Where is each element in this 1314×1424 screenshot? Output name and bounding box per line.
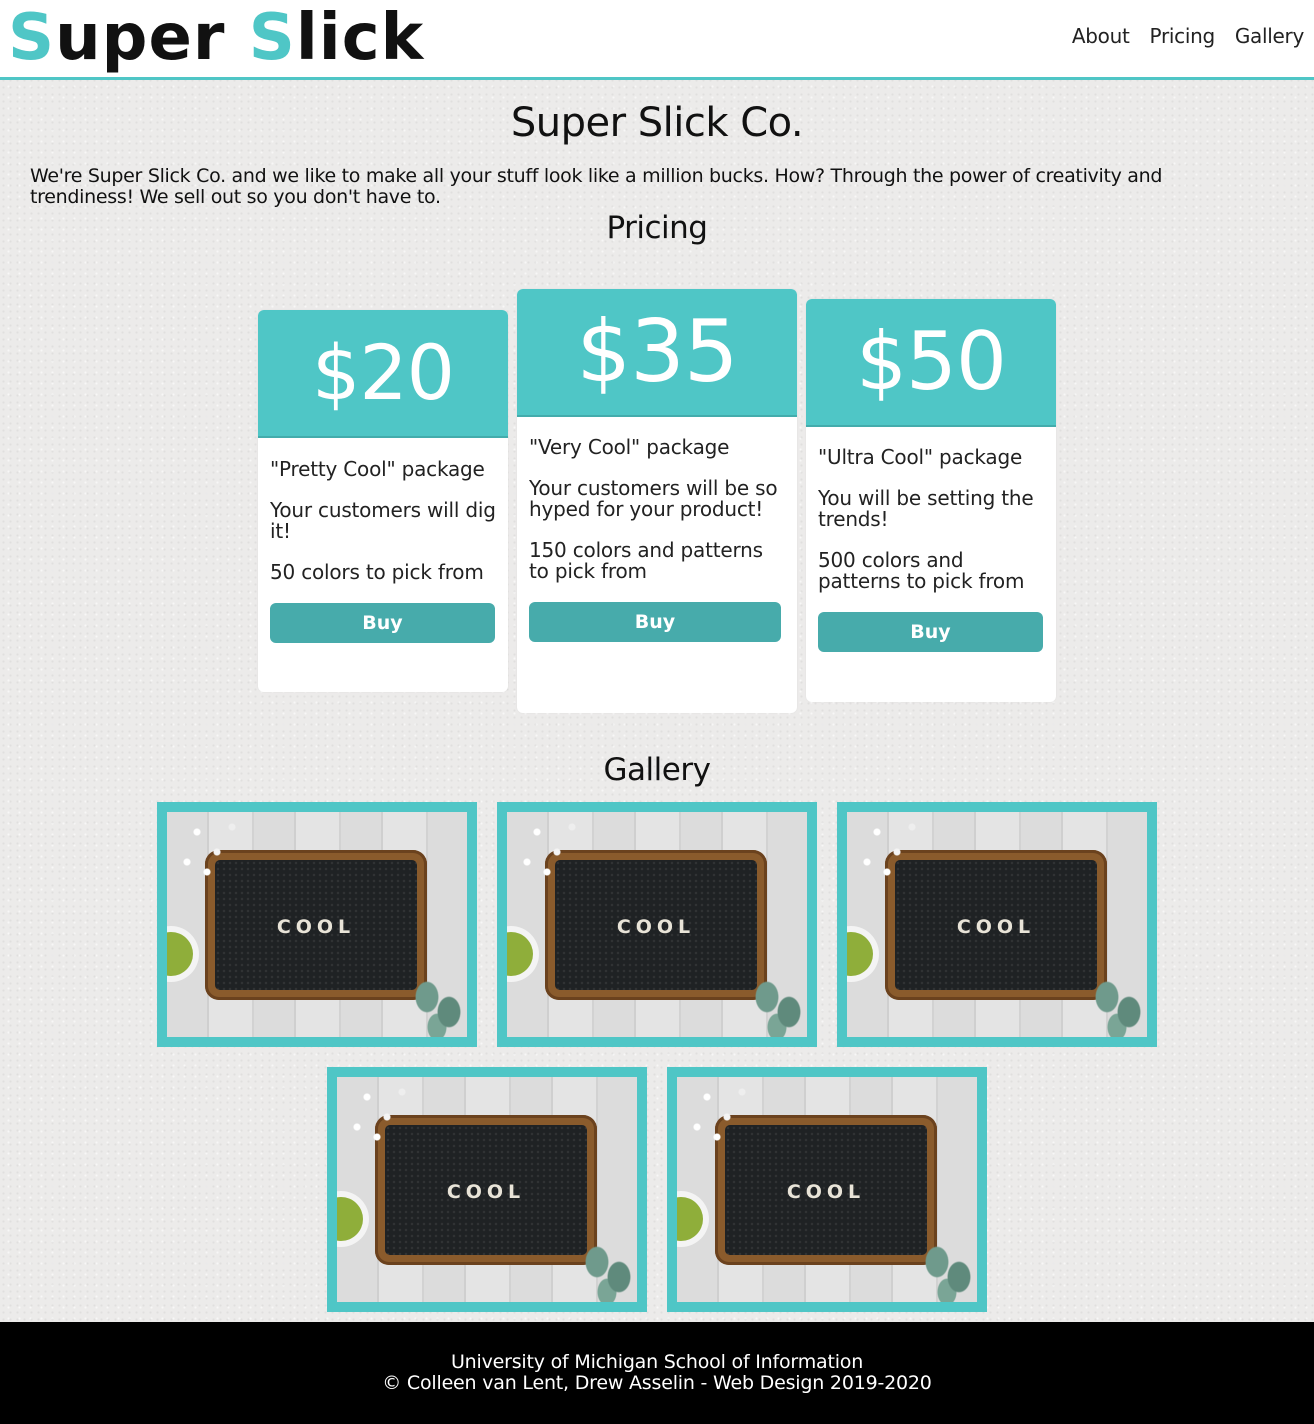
gallery-image-3[interactable]: COOL xyxy=(837,802,1157,1047)
gallery-image-2[interactable]: COOL xyxy=(497,802,817,1047)
package-description: Your customers will dig it! xyxy=(270,498,496,543)
photo-flowers xyxy=(507,812,597,882)
footer-institution: University of Michigan School of Informa… xyxy=(450,1351,864,1373)
pricing-card-basic: $20 "Pretty Cool" package Your customers… xyxy=(258,310,508,692)
footer-copyright: © Colleen van Lent, Drew Asselin - Web D… xyxy=(382,1372,932,1394)
gallery-image-4[interactable]: COOL xyxy=(327,1067,647,1312)
page-title: Super Slick Co. xyxy=(510,100,804,146)
price-label: $35 xyxy=(517,289,797,417)
photo-leaves xyxy=(917,1232,977,1302)
pricing-card-premium: $50 "Ultra Cool" package You will be set… xyxy=(806,299,1056,702)
photo-text: COOL xyxy=(276,916,356,938)
photo-text: COOL xyxy=(786,1181,866,1203)
pricing-card-standard: $35 "Very Cool" package Your customers w… xyxy=(517,289,797,713)
package-description: Your customers will be so hyped for your… xyxy=(529,476,778,521)
photo-text: COOL xyxy=(616,916,696,938)
photo-cup xyxy=(847,932,873,976)
intro-text: We're Super Slick Co. and we like to mak… xyxy=(30,165,1163,208)
package-options: 150 colors and patterns to pick from xyxy=(529,538,763,583)
nav-link-pricing[interactable]: Pricing xyxy=(1150,24,1216,48)
photo-cup xyxy=(677,1197,703,1241)
photo-leaves xyxy=(747,967,807,1037)
site-footer: University of Michigan School of Informa… xyxy=(0,1322,1314,1424)
logo-text-lick: lick xyxy=(295,1,425,75)
chalkboard-photo: COOL xyxy=(167,812,467,1037)
photo-cup xyxy=(337,1197,363,1241)
gallery-image-1[interactable]: COOL xyxy=(157,802,477,1047)
price-label: $50 xyxy=(806,299,1056,427)
chalkboard-photo: COOL xyxy=(507,812,807,1037)
photo-flowers xyxy=(677,1077,767,1147)
chalkboard-photo: COOL xyxy=(677,1077,977,1302)
buy-button[interactable]: Buy xyxy=(270,603,495,643)
pricing-heading: Pricing xyxy=(606,210,709,246)
package-name: "Very Cool" package xyxy=(529,435,730,459)
logo-letter-s: S xyxy=(8,1,56,75)
photo-leaves xyxy=(407,967,467,1037)
photo-text: COOL xyxy=(446,1181,526,1203)
nav-link-gallery[interactable]: Gallery xyxy=(1235,24,1304,48)
package-options: 500 colors and patterns to pick from xyxy=(818,548,1025,593)
main-nav: About Pricing Gallery xyxy=(1072,24,1304,48)
gallery-heading: Gallery xyxy=(603,752,711,788)
buy-button[interactable]: Buy xyxy=(818,612,1043,652)
package-description: You will be setting the trends! xyxy=(818,486,1034,531)
logo-text-uper: uper xyxy=(55,1,249,75)
photo-flowers xyxy=(167,812,257,882)
price-label: $20 xyxy=(258,310,508,438)
package-name: "Ultra Cool" package xyxy=(818,445,1023,469)
package-options: 50 colors to pick from xyxy=(270,560,484,584)
logo-letter-s2: S xyxy=(248,1,296,75)
gallery-image-5[interactable]: COOL xyxy=(667,1067,987,1312)
chalkboard-photo: COOL xyxy=(847,812,1147,1037)
site-logo[interactable]: Super Slick xyxy=(8,0,424,78)
photo-text: COOL xyxy=(956,916,1036,938)
chalkboard-photo: COOL xyxy=(337,1077,637,1302)
site-header: Super Slick About Pricing Gallery xyxy=(0,0,1314,80)
photo-cup xyxy=(507,932,533,976)
photo-cup xyxy=(167,932,193,976)
photo-leaves xyxy=(577,1232,637,1302)
photo-leaves xyxy=(1087,967,1147,1037)
photo-flowers xyxy=(847,812,937,882)
package-name: "Pretty Cool" package xyxy=(270,457,485,481)
buy-button[interactable]: Buy xyxy=(529,602,781,642)
photo-flowers xyxy=(337,1077,427,1147)
nav-link-about[interactable]: About xyxy=(1072,24,1130,48)
